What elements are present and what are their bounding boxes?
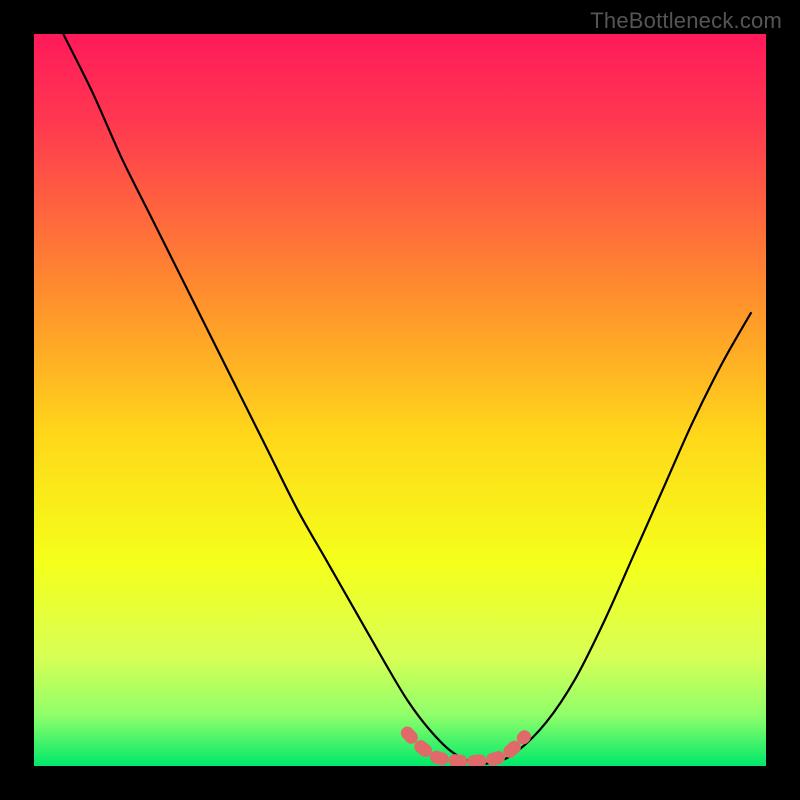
watermark-text: TheBottleneck.com (590, 8, 782, 34)
bottleneck-curve-svg (34, 34, 766, 766)
bottleneck-curve-path (63, 34, 751, 764)
chart-plot-area (34, 34, 766, 766)
